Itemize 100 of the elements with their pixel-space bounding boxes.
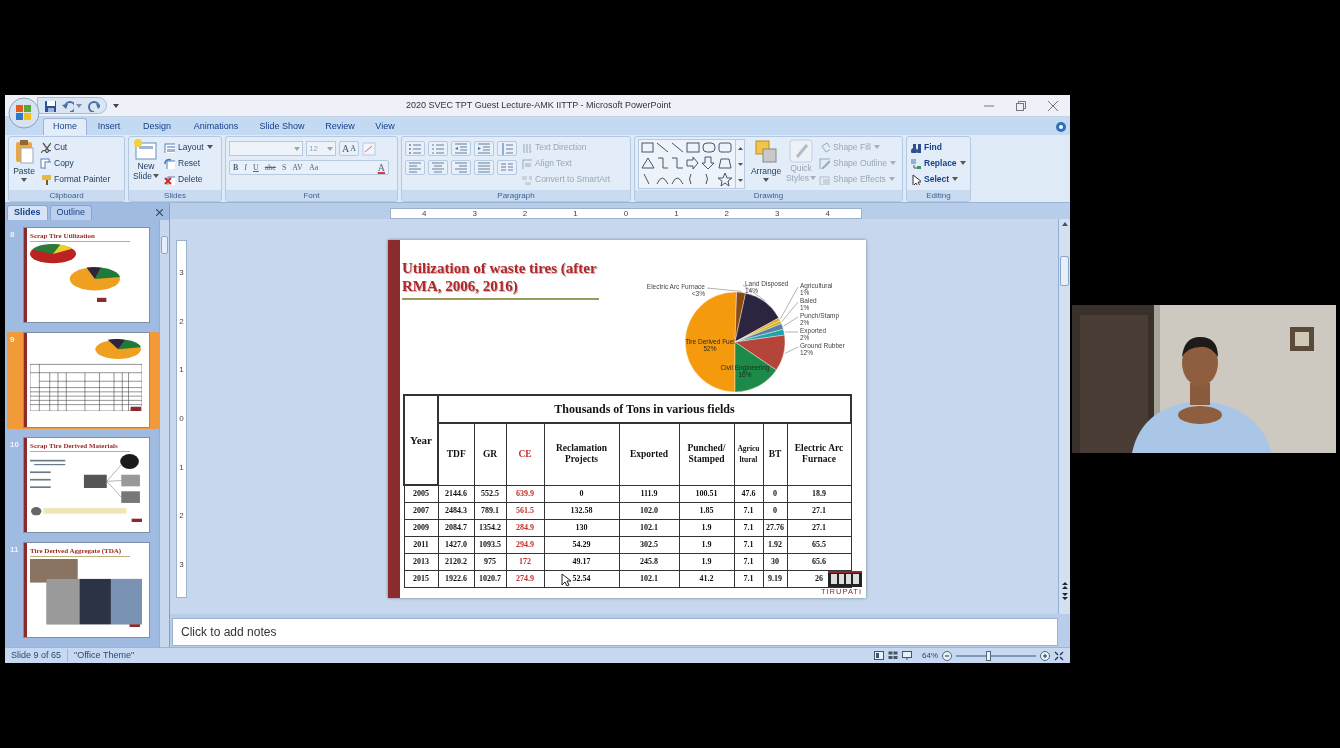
zoom-level[interactable]: 64% [922,649,938,662]
slide-sorter-icon[interactable] [888,651,898,660]
format-button[interactable]: U [253,161,259,174]
zoom-out-icon[interactable] [942,650,952,661]
bullets-button[interactable] [405,141,425,156]
justify-icon [477,160,491,175]
notes-placeholder: Click to add notes [181,624,277,641]
restore-icon[interactable] [1016,100,1026,111]
copy-icon [40,157,51,169]
brush-icon [789,139,813,163]
group-label: Drawing [635,190,902,201]
table-cell: 1.9 [679,519,734,536]
table-cell: 1.9 [679,553,734,570]
slide-number: 9 [9,334,16,346]
table-cell: 1427.0 [438,536,474,553]
arrange-button[interactable]: Arrange [749,139,783,190]
clipboard-button[interactable]: Cut [40,139,111,155]
editing-button[interactable]: Select [910,171,966,187]
slides-button[interactable]: Reset [164,155,213,171]
format-button[interactable]: AV [292,161,303,174]
table-cell: 561.5 [506,502,544,519]
table-cell: 1354.2 [474,519,506,536]
slides-button[interactable]: Layout [164,139,213,155]
font-name-field[interactable] [229,141,303,156]
table-cell: 0 [763,502,787,519]
shape-gallery[interactable] [639,140,735,188]
help-icon[interactable] [1056,122,1066,132]
ruler-number: 4 [825,209,830,218]
ruler-number: 0 [179,414,184,423]
zoom-in-icon[interactable] [1040,650,1050,661]
scroll-thumb[interactable] [161,236,168,254]
close-icon[interactable] [1048,100,1058,111]
scroll-up-icon[interactable] [1061,222,1068,226]
clear-format-icon[interactable] [362,141,376,156]
format-button[interactable]: Aa [308,161,319,174]
scroll-thumb[interactable] [1060,256,1069,286]
scrollbar[interactable] [1058,219,1070,614]
table-cell: 111.9 [619,485,679,502]
undo-icon [62,99,74,112]
ribbon-tab[interactable]: Review [315,118,365,135]
align-center-icon [431,160,445,175]
ribbon-tab[interactable]: Home [43,118,87,135]
editing-button[interactable]: Replace [910,155,966,171]
table-cell: 1093.5 [474,536,506,553]
redo-button[interactable] [88,99,100,112]
table-cell: 30 [763,553,787,570]
caret-icon [76,103,82,108]
ribbon-tab[interactable]: Insert [87,118,131,135]
table-cell: 2009 [404,519,438,536]
undo-button[interactable] [62,99,82,112]
table-cell: 2013 [404,553,438,570]
table-cell: 102.1 [619,570,679,587]
panel-tab[interactable]: Slides [7,205,48,220]
format-button[interactable]: S [281,161,287,174]
scrollbar[interactable] [159,220,169,647]
panel-tab[interactable]: Outline [49,205,93,220]
table-cell: 245.8 [619,553,679,570]
clipboard-button[interactable]: Copy [40,155,111,171]
format-button[interactable]: A [377,160,385,175]
table-cell: 7.1 [734,570,763,587]
ribbon-tab[interactable]: View [365,118,405,135]
ribbon-tab[interactable]: Animations [183,118,249,135]
ribbon-tab[interactable]: Slide Show [249,118,315,135]
align-right-icon [454,160,468,175]
notes-field[interactable]: Click to add notes [172,618,1058,646]
clipboard-icon [14,139,34,165]
save-button[interactable] [44,99,56,112]
status-text: "Office Theme" [73,648,136,662]
next-slide-icon[interactable] [1061,593,1068,600]
paste-button[interactable]: Paste [12,139,36,190]
shrink-font-button[interactable]: A [350,142,356,155]
scissors-icon [40,141,51,153]
format-button[interactable]: B [233,161,239,174]
new-slide-button[interactable]: New Slide [132,139,160,190]
close-icon[interactable] [156,209,163,216]
clipboard-button[interactable]: Format Painter [40,171,111,187]
table-cell: 27.1 [787,502,851,519]
table-cell: 2015 [404,570,438,587]
normal-view-icon[interactable] [874,651,884,660]
slider-thumb[interactable] [986,650,991,661]
slide-show-icon[interactable] [902,651,912,660]
table-cell: 49.17 [544,553,619,570]
previous-slide-icon[interactable] [1061,582,1068,589]
slides-button[interactable]: Delete [164,171,213,187]
fit-to-window-icon[interactable] [1054,650,1064,661]
caret-icon [959,161,966,165]
format-button[interactable]: I [244,161,247,174]
ruler-number: 3 [179,560,184,569]
table-cell: 102.0 [619,502,679,519]
table-cell: 27.76 [763,519,787,536]
editing-button[interactable]: Find [910,139,966,155]
customize-button[interactable] [113,103,119,108]
outdent-icon [454,141,468,156]
column-header: BT [763,423,787,485]
slide-number: 10 [9,439,20,451]
paint-bucket-icon [819,141,830,153]
ribbon-tab[interactable]: Design [131,118,183,135]
grow-font-button[interactable]: A [342,141,350,156]
format-button[interactable]: abe [264,161,276,174]
slide-thumbnail[interactable] [23,332,150,428]
